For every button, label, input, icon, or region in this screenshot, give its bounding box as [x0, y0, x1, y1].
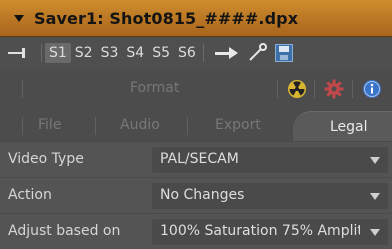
- pin-icon[interactable]: [8, 46, 30, 60]
- tab-divider: [187, 117, 188, 135]
- tab-divider: [95, 117, 96, 135]
- inspector-panel: Saver1: Shot0815_####.dpx S1 S2 S3 S4 S5…: [0, 0, 392, 249]
- tab-divider: [277, 80, 278, 98]
- version-slot-s6[interactable]: S6: [174, 43, 200, 63]
- tool-title: Saver1: Shot0815_####.dpx: [34, 8, 299, 28]
- version-slot-s5[interactable]: S5: [148, 43, 174, 63]
- adjust-based-on-dropdown[interactable]: 100% Saturation 75% Amplitud: [152, 219, 388, 245]
- tab-row-lower: File Audio Export Legal: [0, 109, 392, 141]
- toolbar-divider: [202, 44, 204, 62]
- pick-probe-icon[interactable]: [247, 43, 269, 63]
- tab-divider: [314, 80, 315, 98]
- version-slot-s2[interactable]: S2: [71, 43, 97, 63]
- tool-title-bar[interactable]: Saver1: Shot0815_####.dpx: [0, 0, 392, 37]
- tab-divider: [22, 80, 23, 98]
- tab-legal-label: Legal: [330, 119, 368, 135]
- tab-file[interactable]: File: [38, 117, 61, 133]
- video-type-dropdown[interactable]: PAL/SECAM: [152, 147, 388, 173]
- version-toolbar: S1 S2 S3 S4 S5 S6: [0, 37, 392, 69]
- save-icon[interactable]: [274, 44, 293, 62]
- tab-audio[interactable]: Audio: [120, 117, 160, 133]
- tab-divider: [22, 117, 23, 135]
- version-slot-s1[interactable]: S1: [45, 43, 71, 63]
- collapse-triangle-icon[interactable]: [14, 14, 24, 22]
- toolbar-divider: [41, 44, 42, 62]
- chevron-down-icon: [370, 193, 380, 200]
- video-type-row: Video Type PAL/SECAM: [0, 141, 392, 177]
- radioactive-icon[interactable]: [287, 79, 307, 99]
- action-label: Action: [8, 187, 52, 203]
- action-row: Action No Changes: [0, 177, 392, 213]
- adjust-based-on-label: Adjust based on: [8, 223, 121, 239]
- info-icon[interactable]: [362, 79, 382, 99]
- tab-format[interactable]: Format: [130, 80, 179, 96]
- action-value: No Changes: [160, 187, 245, 203]
- tab-row-upper: Format: [0, 77, 392, 103]
- adjust-based-on-row: Adjust based on 100% Saturation 75% Ampl…: [0, 213, 392, 249]
- adjust-based-on-value: 100% Saturation 75% Amplitud: [160, 223, 360, 239]
- version-slot-s3[interactable]: S3: [97, 43, 123, 63]
- chevron-down-icon: [370, 229, 380, 236]
- version-slot-s4[interactable]: S4: [122, 43, 148, 63]
- gear-icon[interactable]: [324, 79, 344, 99]
- tab-divider: [352, 80, 353, 98]
- tab-export[interactable]: Export: [215, 117, 261, 133]
- action-dropdown[interactable]: No Changes: [152, 183, 388, 209]
- video-type-label: Video Type: [8, 151, 84, 167]
- video-type-value: PAL/SECAM: [160, 151, 239, 167]
- tab-area: Format File Audio Export Legal: [0, 69, 392, 141]
- chevron-down-icon: [370, 157, 380, 164]
- arrow-right-icon[interactable]: [214, 46, 239, 60]
- tab-legal[interactable]: Legal: [293, 111, 392, 141]
